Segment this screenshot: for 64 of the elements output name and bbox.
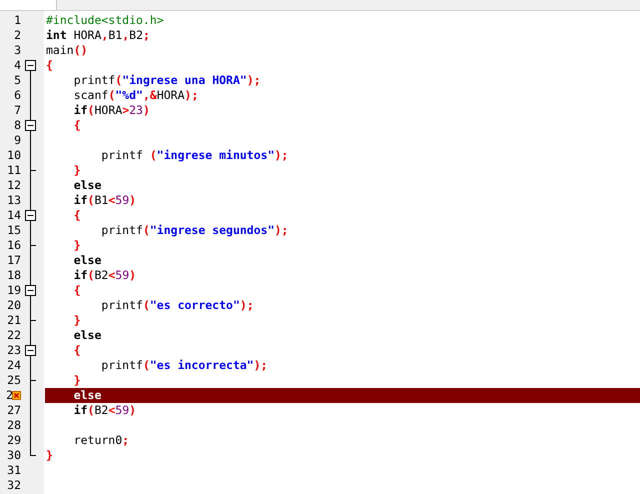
code-line: else (72, 178, 102, 193)
line-number: 22 (7, 328, 21, 343)
line-number: 4 (14, 58, 21, 73)
line-number: 8 (14, 118, 21, 133)
line-number: 20 (7, 298, 21, 313)
line-number: 12 (7, 178, 21, 193)
line-number: 6 (14, 88, 21, 103)
code-line: { (45, 58, 54, 73)
line-number: 11 (7, 163, 21, 178)
code-line: if(B2<59) (72, 268, 138, 283)
line-number: 7 (14, 103, 21, 118)
line-number: 15 (7, 223, 21, 238)
code-line: { (72, 208, 82, 223)
code-line: } (72, 373, 82, 388)
code-line: if(B2<59) (72, 403, 138, 418)
line-number: 28 (7, 418, 21, 433)
line-number: 25 (7, 373, 21, 388)
code-line: printf("es incorrecta"); (100, 358, 269, 373)
fold-marker-icon[interactable] (25, 210, 36, 221)
line-number: 2 (6, 388, 13, 403)
code-line: if(HORA>23) (72, 103, 151, 118)
code-line: main() (45, 43, 89, 58)
code-line: } (72, 313, 82, 328)
code-line: } (45, 448, 54, 463)
line-number: 31 (7, 463, 21, 478)
line-number: 16 (7, 238, 21, 253)
line-number: 9 (14, 133, 21, 148)
code-line: if(B1<59) (72, 193, 138, 208)
line-number: 10 (7, 148, 21, 163)
line-number: 30 (7, 448, 21, 463)
code-line: #include<stdio.h> (45, 13, 165, 28)
fold-marker-icon[interactable] (25, 120, 36, 131)
line-number: 5 (14, 73, 21, 88)
code-line: { (72, 118, 82, 133)
line-number: 18 (7, 268, 21, 283)
code-line: { (72, 283, 82, 298)
code-line: { (72, 343, 82, 358)
line-number: 27 (7, 403, 21, 418)
code-line: else (72, 253, 102, 268)
line-number: 21 (7, 313, 21, 328)
fold-marker-icon[interactable] (25, 285, 36, 296)
line-number: 17 (7, 253, 21, 268)
line-number: 13 (7, 193, 21, 208)
code-line: } (72, 163, 82, 178)
code-line: } (72, 238, 82, 253)
line-number: 19 (7, 283, 21, 298)
code-line: printf("es correcto"); (100, 298, 255, 313)
code-line: else (72, 328, 102, 343)
line-number: 1 (14, 13, 21, 28)
code-line: printf("ingrese segundos"); (100, 223, 290, 238)
line-number: 24 (7, 358, 21, 373)
code-line: scanf("%d",&HORA); (72, 88, 200, 103)
fold-marker-icon[interactable] (25, 60, 36, 71)
line-number: 2 (14, 28, 21, 43)
fold-marker-icon[interactable] (25, 345, 36, 356)
line-number: 3 (14, 43, 21, 58)
line-number: 29 (7, 433, 21, 448)
line-number: 32 (7, 478, 21, 493)
line-number: 14 (7, 208, 21, 223)
code-line: return0; (72, 433, 130, 448)
code-line: int HORA,B1,B2; (45, 28, 151, 43)
line-number: 23 (7, 343, 21, 358)
code-line: printf ("ingrese minutos"); (100, 148, 290, 163)
code-line: printf("ingrese una HORA"); (72, 73, 262, 88)
